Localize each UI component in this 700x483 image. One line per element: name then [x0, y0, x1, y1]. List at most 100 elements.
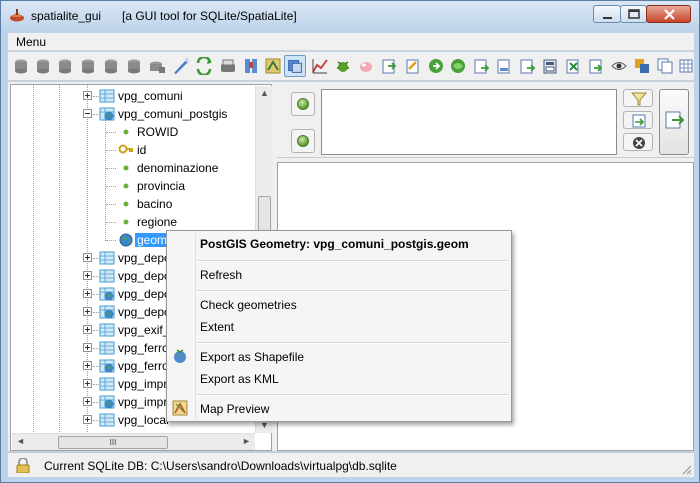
back-icon — [297, 98, 309, 110]
scroll-thumb[interactable] — [258, 196, 271, 234]
menu-separator — [197, 290, 509, 292]
load-txt-icon[interactable] — [242, 57, 260, 75]
menu-item-refresh[interactable]: Refresh — [200, 268, 242, 282]
tree-item[interactable]: bacino — [11, 195, 254, 213]
check-geom-icon[interactable] — [518, 57, 536, 75]
map-icon[interactable] — [495, 57, 513, 75]
exif-icon[interactable] — [334, 57, 352, 75]
menu-item-map-preview[interactable]: Map Preview — [200, 402, 269, 416]
expand-icon[interactable] — [83, 361, 92, 370]
tree-item-label: vpg_comuni — [118, 89, 183, 103]
scroll-left-icon[interactable]: ◄ — [16, 436, 25, 446]
menu-item-extent[interactable]: Extent — [200, 320, 234, 334]
tree-item-label: vpg_depo — [118, 269, 171, 283]
filter-icon — [630, 92, 648, 106]
grid-icon[interactable] — [677, 57, 695, 75]
close-icon — [664, 9, 675, 20]
charset-icon[interactable] — [404, 57, 422, 75]
memory-db-icon[interactable] — [79, 57, 97, 75]
expand-icon[interactable] — [83, 307, 92, 316]
srids-icon[interactable] — [380, 57, 398, 75]
tree-connector — [106, 132, 116, 133]
expand-icon[interactable] — [83, 325, 92, 334]
refresh-icon — [632, 114, 646, 128]
geo-table-icon — [99, 359, 115, 373]
tree-item-label: bacino — [137, 197, 173, 211]
eye-icon[interactable] — [610, 57, 628, 75]
window-subtitle: [a GUI tool for SQLite/SpatiaLite] — [122, 9, 297, 23]
resize-grip-icon[interactable] — [680, 463, 692, 475]
tree-item[interactable]: vpg_comuni — [11, 87, 254, 105]
sql-log-icon[interactable] — [472, 57, 490, 75]
attach-icon[interactable] — [449, 57, 467, 75]
disconnect-db-icon[interactable] — [56, 57, 74, 75]
forward-icon — [297, 135, 309, 147]
table-icon — [99, 413, 115, 427]
tree-connector — [106, 222, 116, 223]
menu-item-export-kml[interactable]: Export as KML — [200, 372, 279, 386]
scroll-up-icon[interactable]: ▲ — [260, 88, 269, 98]
maximize-button[interactable] — [620, 5, 647, 23]
geo-table-icon — [99, 305, 115, 319]
tree-item-label: vpg_impr — [118, 377, 168, 391]
export-xls-icon[interactable] — [564, 57, 582, 75]
tree-item[interactable]: ROWID — [11, 123, 254, 141]
menu-bar: Menu — [8, 33, 694, 51]
title-bar[interactable]: spatialite_gui [a GUI tool for SQLite/Sp… — [1, 1, 699, 31]
load-xml-icon[interactable] — [357, 57, 375, 75]
create-db-icon[interactable] — [34, 57, 52, 75]
key-icon — [118, 144, 133, 154]
vacuum-icon[interactable] — [148, 57, 166, 75]
expand-icon[interactable] — [83, 91, 92, 100]
load-shp-icon[interactable] — [195, 57, 213, 75]
tree-item[interactable]: denominazione — [11, 159, 254, 177]
menu-item-export-shapefile[interactable]: Export as Shapefile — [200, 350, 304, 364]
tree-item[interactable]: vpg_comuni_postgis — [11, 105, 254, 123]
minimize-button[interactable] — [593, 5, 621, 23]
expand-icon[interactable] — [83, 415, 92, 424]
expand-icon[interactable] — [83, 253, 92, 262]
menu-item-menu[interactable]: Menu — [16, 35, 46, 49]
tree-item[interactable]: regione — [11, 213, 254, 231]
table-icon — [99, 251, 115, 265]
close-button[interactable] — [646, 5, 691, 23]
copy-icon[interactable] — [656, 57, 674, 75]
query-history-forward-button[interactable] — [291, 129, 315, 153]
expand-icon[interactable] — [83, 343, 92, 352]
collapse-icon[interactable] — [83, 109, 92, 118]
expand-icon[interactable] — [83, 397, 92, 406]
help-icon[interactable] — [427, 57, 445, 75]
tree-connector — [106, 150, 116, 151]
export-dbf-icon[interactable] — [587, 57, 605, 75]
scroll-thumb[interactable]: III — [58, 436, 168, 449]
virtual-shp-icon[interactable] — [219, 57, 237, 75]
execute-sql-button[interactable] — [659, 89, 689, 155]
scroll-right-icon[interactable]: ► — [242, 436, 251, 446]
expand-icon[interactable] — [83, 271, 92, 280]
sql-input[interactable] — [321, 89, 617, 155]
clear-query-button[interactable] — [623, 133, 653, 151]
execute-icon — [665, 111, 685, 129]
load-xl-icon[interactable] — [284, 55, 306, 77]
connect-db-icon[interactable] — [12, 57, 30, 75]
filter-button[interactable] — [623, 89, 653, 107]
sql-query-area — [277, 82, 694, 158]
memory-db-new-icon[interactable] — [102, 57, 120, 75]
tree-horizontal-scrollbar[interactable]: ◄ III ► — [12, 433, 255, 450]
expand-icon[interactable] — [83, 289, 92, 298]
load-dbf-icon[interactable] — [264, 57, 282, 75]
tree-item[interactable]: id — [11, 141, 254, 159]
export-icon[interactable] — [541, 57, 559, 75]
query-history-back-button[interactable] — [291, 92, 315, 116]
column-dot-icon — [123, 129, 129, 135]
refresh-query-button[interactable] — [623, 111, 653, 129]
layers-icon[interactable] — [633, 57, 651, 75]
memory-db-save-icon[interactable] — [125, 57, 143, 75]
context-menu: PostGIS Geometry: vpg_comuni_postgis.geo… — [166, 230, 512, 422]
expand-icon[interactable] — [83, 379, 92, 388]
network-icon[interactable] — [311, 57, 329, 75]
tree-item[interactable]: provincia — [11, 177, 254, 195]
tree-item-label: ROWID — [137, 125, 179, 139]
sql-script-icon[interactable] — [172, 57, 190, 75]
menu-item-check-geometries[interactable]: Check geometries — [200, 298, 297, 312]
